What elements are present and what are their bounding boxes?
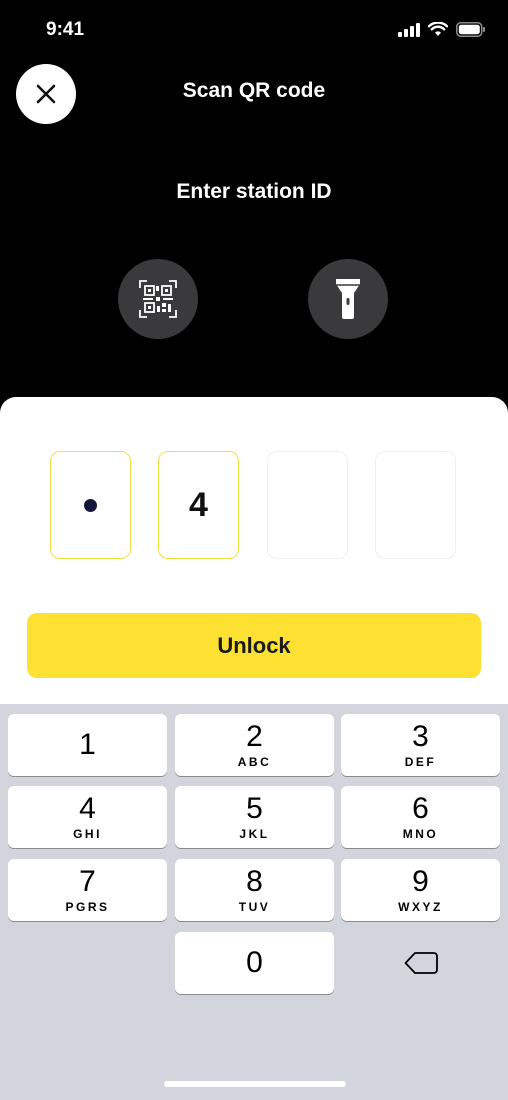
key-3[interactable]: 3 DEF xyxy=(341,714,500,776)
key-letters: TUV xyxy=(238,900,271,914)
key-number: 7 xyxy=(79,865,96,898)
key-number: 1 xyxy=(79,728,96,761)
status-bar: 9:41 xyxy=(0,0,508,60)
key-2[interactable]: 2 ABC xyxy=(175,714,334,776)
station-id-sheet: 4 Unlock xyxy=(0,397,508,717)
cellular-signal-icon xyxy=(398,22,420,37)
key-6[interactable]: 6 MNO xyxy=(341,786,500,848)
key-0[interactable]: 0 xyxy=(175,932,334,994)
key-7[interactable]: 7 PGRS xyxy=(8,859,167,921)
station-code-input[interactable]: 4 xyxy=(50,451,456,559)
qr-code-icon xyxy=(139,280,177,318)
key-number: 5 xyxy=(246,792,263,825)
key-letters: JKL xyxy=(239,827,270,841)
key-number: 6 xyxy=(412,792,429,825)
key-number: 0 xyxy=(246,946,263,979)
key-9[interactable]: 9 WXYZ xyxy=(341,859,500,921)
key-letters: DEF xyxy=(404,755,437,769)
code-digit-1[interactable] xyxy=(50,451,131,559)
key-letters: PGRS xyxy=(65,900,110,914)
masked-digit-dot xyxy=(84,498,97,512)
key-letters: WXYZ xyxy=(398,900,443,914)
key-5[interactable]: 5 JKL xyxy=(175,786,334,848)
flashlight-button[interactable] xyxy=(308,259,388,339)
key-number: 4 xyxy=(79,792,96,825)
page-title: Scan QR code xyxy=(182,79,326,102)
numeric-keypad: 1 2 ABC 3 DEF 4 GHI 5 JKL 6 MNO 7 PGRS 8… xyxy=(0,704,508,1100)
status-icons xyxy=(398,22,486,37)
backspace-button[interactable] xyxy=(341,932,500,994)
unlock-button[interactable]: Unlock xyxy=(27,613,481,678)
key-letters: MNO xyxy=(402,827,439,841)
key-number: 3 xyxy=(412,720,429,753)
key-4[interactable]: 4 GHI xyxy=(8,786,167,848)
key-number: 2 xyxy=(246,720,263,753)
status-time: 9:41 xyxy=(46,19,85,40)
code-digit-3[interactable] xyxy=(267,451,348,559)
key-1[interactable]: 1 xyxy=(8,714,167,776)
home-indicator xyxy=(164,1081,346,1087)
station-id-title: Enter station ID xyxy=(176,180,332,203)
backspace-icon xyxy=(404,952,438,974)
code-digit-4[interactable] xyxy=(375,451,456,559)
code-digit-2[interactable]: 4 xyxy=(158,451,239,559)
wifi-icon xyxy=(428,22,448,36)
key-letters: GHI xyxy=(73,827,102,841)
battery-icon xyxy=(456,22,485,37)
key-number: 8 xyxy=(246,865,263,898)
flashlight-icon xyxy=(336,279,360,319)
key-number: 9 xyxy=(412,865,429,898)
key-8[interactable]: 8 TUV xyxy=(175,859,334,921)
key-letters: ABC xyxy=(237,755,272,769)
scan-qr-button[interactable] xyxy=(118,259,198,339)
